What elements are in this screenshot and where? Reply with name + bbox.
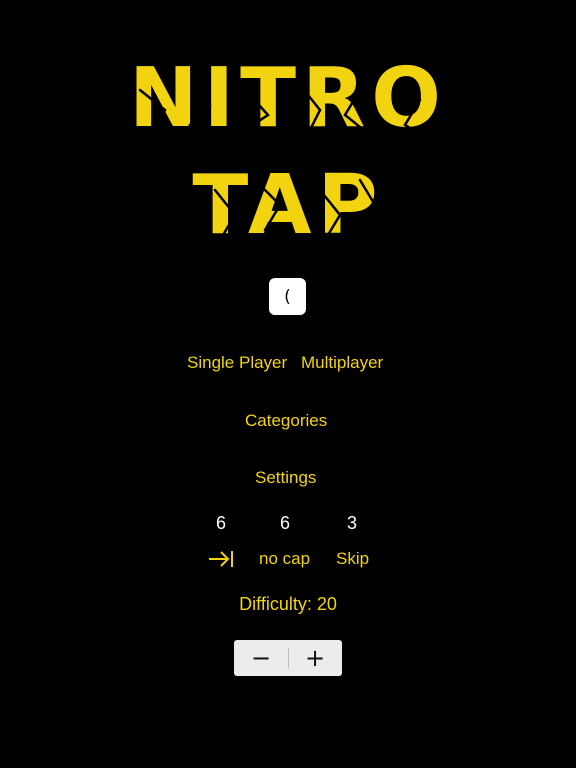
skip-button[interactable]: Skip	[336, 549, 369, 569]
title-tap-text: TAP	[192, 158, 384, 253]
title-nitro-text: NITRO	[129, 51, 447, 146]
increment-button[interactable]: +	[288, 640, 342, 676]
plus-icon: +	[304, 644, 326, 672]
multiplayer-button[interactable]: Multiplayer	[301, 353, 383, 373]
stat-value-3: 3	[346, 513, 357, 533]
settings-button[interactable]: Settings	[255, 468, 316, 488]
keyboard-key-button[interactable]: (	[269, 278, 306, 315]
difficulty-stepper[interactable]: − +	[234, 640, 342, 676]
minus-icon: −	[250, 644, 272, 672]
difficulty-label: Difficulty: 20	[239, 594, 337, 614]
single-player-button[interactable]: Single Player	[187, 353, 287, 373]
title-tap: TAP	[0, 165, 576, 247]
stat-value-1: 6	[215, 513, 226, 533]
title-nitro: NITRO	[0, 58, 576, 140]
stat-value-2: 6	[279, 513, 290, 533]
categories-button[interactable]: Categories	[245, 411, 327, 431]
decrement-button[interactable]: −	[234, 640, 288, 676]
key-label: (	[284, 286, 291, 307]
tab-to-end-icon[interactable]	[208, 549, 234, 574]
no-cap-button[interactable]: no cap	[259, 549, 310, 569]
